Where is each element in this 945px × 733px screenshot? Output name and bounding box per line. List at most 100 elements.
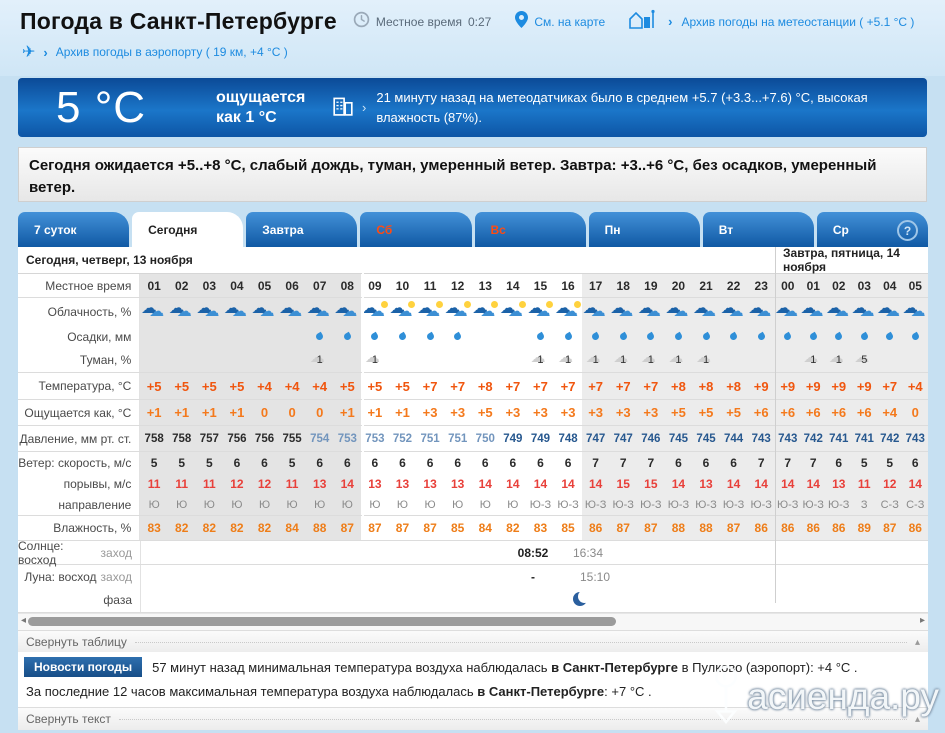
row-label-fog: Туман, % (79, 353, 132, 367)
map-link[interactable]: См. на карте (534, 15, 605, 29)
row-label-hum: Влажность, % (53, 521, 132, 535)
row-label-rain: Осадки, мм (67, 329, 132, 344)
wind-direction-value: З (860, 498, 868, 511)
hours-cell: 17 (581, 274, 610, 297)
tab-mon[interactable]: Пн (588, 212, 700, 247)
wspd-cell: 6 (443, 452, 472, 473)
news-badge[interactable]: Новости погоды (24, 657, 143, 677)
fog-icon: ☁ 1 (585, 349, 601, 366)
wspd-cell: 5 (167, 452, 196, 473)
temp-cell: +9 (826, 373, 852, 399)
clouds-sun-icon: ☁ ☁ (417, 300, 444, 321)
pressure-value: 743 (751, 432, 771, 445)
tab-sat[interactable]: Сб (360, 212, 472, 247)
wind-speed-value: 6 (911, 455, 919, 470)
tab-tomorrow[interactable]: Завтра (246, 212, 358, 247)
feels-like-value: +5 (698, 405, 714, 420)
wgst-cell: 14 (554, 473, 582, 494)
hours-cell: 04 (223, 274, 251, 297)
hum-cell: 87 (637, 516, 665, 540)
wind-speed-value: 6 (233, 455, 241, 470)
wgst-cell: 13 (416, 473, 444, 494)
temperature-value: +9 (780, 378, 796, 394)
tab-tue[interactable]: Вт (702, 212, 814, 247)
temp-cell: +8 (664, 373, 693, 399)
wgst-cell: 14 (664, 473, 693, 494)
wdir-cell: Ю (333, 494, 362, 515)
humidity-value: 88 (313, 521, 327, 535)
hours-cell: 06 (278, 274, 306, 297)
tab-7-days[interactable]: 7 суток (18, 212, 130, 247)
fog-cell: ☁ 1 (826, 348, 852, 372)
header-row-1: Погода в Санкт-Петербурге Местное время … (20, 8, 933, 35)
scroll-right-arrow[interactable]: ▸ (920, 615, 925, 626)
feels-cell: +3 (637, 400, 665, 425)
rain-cell (637, 325, 665, 348)
rain-drop-icon (563, 331, 573, 342)
feels-cell: +1 (388, 400, 417, 425)
clouds-sun-icon: ☁ ☁ (362, 300, 388, 321)
feels-cell: +6 (800, 400, 826, 425)
tab-today[interactable]: Сегодня (132, 212, 244, 247)
horizontal-scrollbar[interactable]: ◂ ▸ (18, 613, 928, 630)
temperature-value: +7 (643, 378, 659, 394)
temp-cell: +4 (902, 373, 928, 399)
hours-cell: 05 (902, 274, 928, 297)
press-cell: 744 (719, 426, 748, 451)
press-cell: 742 (877, 426, 903, 451)
feels-like-value: +1 (367, 405, 383, 420)
collapse-text-label[interactable]: Свернуть текст (26, 712, 111, 726)
press-cell: 749 (499, 426, 527, 451)
hour-value: 18 (616, 278, 630, 293)
hum-cell: 87 (877, 516, 903, 540)
rain-cell (719, 325, 748, 348)
station-link-block[interactable]: › Архив погоды на метеостанции ( +5.1 °C… (627, 9, 914, 34)
page-header: Погода в Санкт-Петербурге Местное время … (0, 0, 945, 76)
wdir-cell: Ю (443, 494, 472, 515)
hour-value: 09 (368, 278, 382, 293)
wdir-cell: Ю (140, 494, 168, 515)
wind-gust-value: 14 (561, 476, 575, 491)
rain-cell (581, 325, 610, 348)
collapse-table-label[interactable]: Свернуть таблицу (26, 635, 127, 649)
pressure-value: 749 (530, 432, 551, 445)
hour-value: 06 (285, 278, 299, 293)
station-archive-link[interactable]: Архив погоды на метеостанции ( +5.1 °C ) (682, 15, 915, 29)
scrollbar-thumb[interactable] (28, 617, 616, 626)
map-link-block[interactable]: См. на карте (515, 10, 605, 33)
pressure-value: 751 (420, 432, 440, 445)
hours-cell: 07 (305, 274, 334, 297)
airport-archive-link[interactable]: Архив погоды в аэропорту ( 19 км, +4 °C … (56, 45, 288, 59)
cloud-cell: ☁ ☁ (443, 298, 472, 325)
local-time-block: Местное время 0:27 (353, 11, 491, 33)
sunrise-time: 08:52 (517, 545, 549, 560)
wgst-cell: 12 (250, 473, 279, 494)
temperature-value: +7 (588, 378, 604, 394)
cloud-cell: ☁ ☁ (416, 298, 444, 325)
feels-like-value: +1 (229, 405, 245, 420)
fog-icon: ☁ 1 (613, 349, 629, 366)
wspd-cell: 6 (223, 452, 251, 473)
rain-drop-icon (884, 331, 895, 342)
day-header-row: Сегодня, четверг, 13 ноября Завтра, пятн… (18, 246, 928, 274)
header-row-2[interactable]: ✈ › Архив погоды в аэропорту ( 19 км, +4… (22, 42, 288, 62)
wspd-cell: 5 (851, 452, 877, 473)
hour-value: 07 (313, 278, 327, 293)
hum-cell: 84 (471, 516, 500, 540)
row-label-cloud: Облачность, % (47, 304, 132, 319)
rain-drop-icon (910, 331, 921, 342)
hours-cell: 18 (609, 274, 638, 297)
collapse-table-row[interactable]: Свернуть таблицу ▴ (18, 630, 928, 653)
wspd-cell: 6 (416, 452, 444, 473)
hum-cell: 82 (250, 516, 279, 540)
feels-like-value: +6 (831, 405, 847, 420)
hum-cell: 88 (305, 516, 334, 540)
clouds-icon: ☁ ☁ (748, 300, 772, 320)
wspd-cell: 7 (800, 452, 826, 473)
wgst-cell: 14 (526, 473, 555, 494)
scroll-left-arrow[interactable]: ◂ (21, 615, 26, 626)
hour-value: 13 (478, 278, 492, 293)
help-icon[interactable]: ? (897, 220, 918, 241)
tab-sun[interactable]: Вс (474, 212, 586, 247)
fog-icon: ☁ 5 (854, 349, 870, 366)
